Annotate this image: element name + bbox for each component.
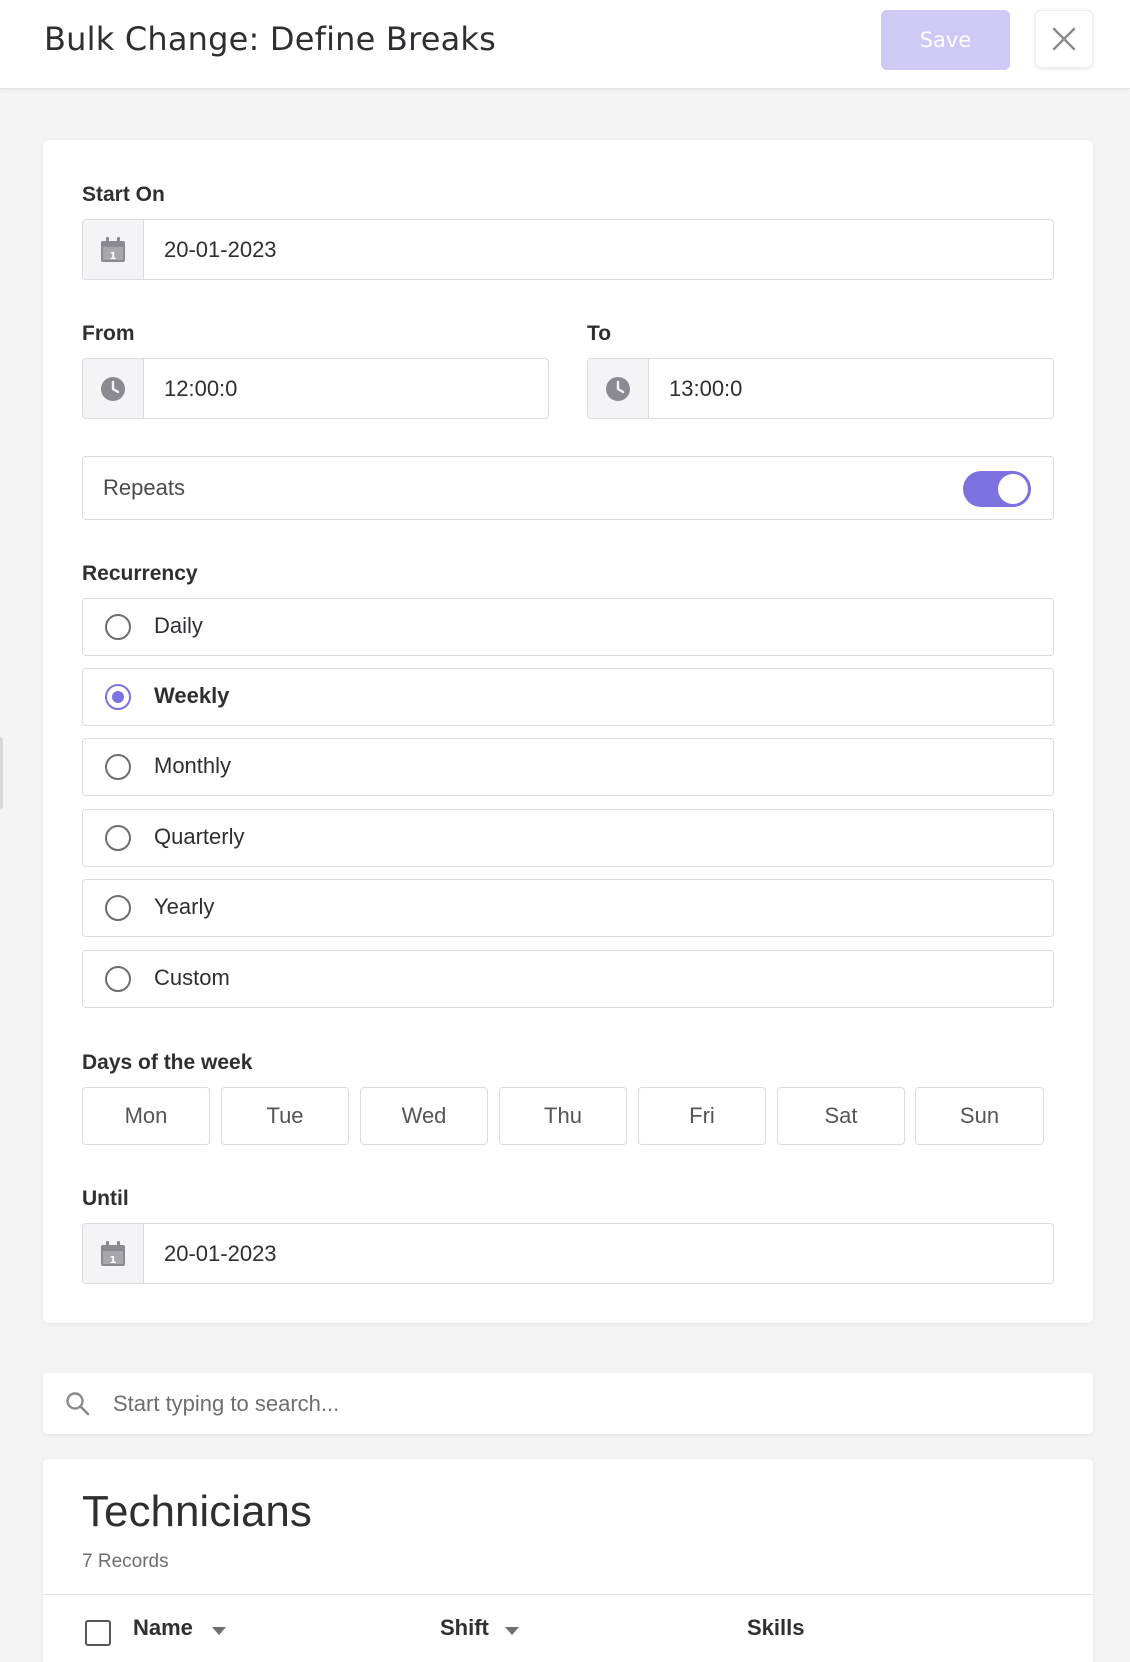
start-on-value: 20-01-2023 (164, 236, 277, 262)
from-time-value: 12:00:0 (164, 375, 238, 401)
repeats-toggle[interactable] (963, 471, 1031, 507)
recurrency-option-quarterly[interactable]: Quarterly (82, 809, 1054, 867)
radio-button[interactable] (105, 895, 131, 921)
search-icon (66, 1392, 90, 1416)
radio-button[interactable] (105, 966, 131, 992)
sort-caret-icon[interactable] (505, 1627, 519, 1635)
day-button-thu[interactable]: Thu (499, 1087, 627, 1145)
recurrency-option-label: Monthly (154, 753, 232, 778)
save-button[interactable]: Save (881, 10, 1010, 70)
close-icon (1052, 27, 1076, 51)
from-time-field[interactable]: 12:00:0 (82, 358, 549, 419)
select-all-checkbox[interactable] (85, 1620, 111, 1646)
recurrency-option-label: Daily (154, 613, 203, 638)
record-count: 7 Records (82, 1551, 169, 1572)
recurrency-option-custom[interactable]: Custom (82, 950, 1054, 1008)
toggle-knob (998, 474, 1028, 504)
sort-caret-icon[interactable] (212, 1627, 226, 1635)
from-clock-addon[interactable] (83, 359, 144, 418)
recurrency-option-daily[interactable]: Daily (82, 598, 1054, 656)
day-button-mon[interactable]: Mon (82, 1087, 210, 1145)
column-header-name[interactable]: Name (133, 1615, 193, 1641)
side-panel-handle[interactable] (0, 737, 3, 809)
until-calendar-addon[interactable]: 1 (83, 1224, 144, 1283)
start-on-field[interactable]: 1 20-01-2023 (82, 219, 1054, 280)
page-title: Bulk Change: Define Breaks (44, 20, 497, 58)
day-button-fri[interactable]: Fri (638, 1087, 766, 1145)
recurrency-option-monthly[interactable]: Monthly (82, 738, 1054, 796)
day-button-sat[interactable]: Sat (777, 1087, 905, 1145)
table-header: Name Shift Skills (43, 1594, 1093, 1662)
to-label: To (587, 322, 612, 345)
svg-text:1: 1 (110, 251, 117, 262)
until-value: 20-01-2023 (164, 1240, 277, 1266)
column-header-shift[interactable]: Shift (440, 1615, 489, 1641)
start-on-label: Start On (82, 183, 165, 206)
search-bar (43, 1373, 1093, 1434)
header-bar: Bulk Change: Define Breaks Save (0, 0, 1130, 89)
search-input[interactable] (113, 1373, 1053, 1434)
calendar-icon: 1 (101, 1240, 125, 1266)
radio-button-checked[interactable] (105, 684, 131, 710)
days-of-week-label: Days of the week (82, 1051, 253, 1074)
clock-icon (101, 376, 125, 401)
recurrency-option-label: Quarterly (154, 824, 245, 849)
until-field[interactable]: 1 20-01-2023 (82, 1223, 1054, 1284)
technicians-panel: Technicians 7 Records Name Shift Skills (43, 1459, 1093, 1662)
define-breaks-form: Start On 1 20-01-2023 From 12:00:0 To 13… (43, 140, 1093, 1323)
until-label: Until (82, 1187, 129, 1210)
calendar-icon: 1 (101, 236, 125, 262)
to-clock-addon[interactable] (588, 359, 649, 418)
start-on-calendar-addon[interactable]: 1 (83, 220, 144, 279)
recurrency-option-weekly[interactable]: Weekly (82, 668, 1054, 726)
recurrency-label: Recurrency (82, 562, 198, 585)
technicians-title: Technicians (82, 1487, 312, 1536)
close-button[interactable] (1035, 10, 1093, 68)
repeats-label: Repeats (103, 475, 185, 500)
to-time-field[interactable]: 13:00:0 (587, 358, 1054, 419)
to-time-value: 13:00:0 (669, 375, 743, 401)
radio-button[interactable] (105, 754, 131, 780)
day-button-sun[interactable]: Sun (915, 1087, 1044, 1145)
svg-text:1: 1 (110, 1255, 117, 1266)
repeats-row: Repeats (82, 456, 1054, 520)
recurrency-option-label: Yearly (154, 894, 215, 919)
radio-button[interactable] (105, 614, 131, 640)
recurrency-option-label: Weekly (154, 683, 230, 708)
day-button-wed[interactable]: Wed (360, 1087, 488, 1145)
clock-icon (606, 376, 630, 401)
recurrency-option-label: Custom (154, 965, 230, 990)
from-label: From (82, 322, 135, 345)
day-button-tue[interactable]: Tue (221, 1087, 349, 1145)
recurrency-option-yearly[interactable]: Yearly (82, 879, 1054, 937)
radio-button[interactable] (105, 825, 131, 851)
column-header-skills[interactable]: Skills (747, 1615, 804, 1641)
